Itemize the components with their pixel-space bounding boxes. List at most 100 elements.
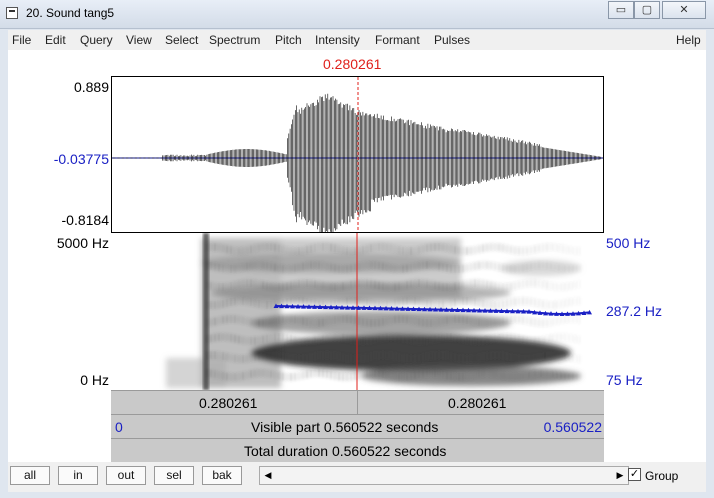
spectrogram-striation	[354, 372, 356, 380]
spectrogram-striation	[490, 281, 492, 289]
spectrogram-striation	[290, 265, 292, 273]
spectrogram-striation	[422, 299, 424, 307]
zoom-in-button[interactable]: in	[58, 466, 98, 485]
spectrogram-striation	[414, 279, 416, 287]
menu-select[interactable]: Select	[165, 33, 198, 47]
spectrogram-striation	[342, 315, 344, 323]
spectrogram-striation	[258, 336, 260, 344]
spectrogram-striation	[338, 283, 340, 291]
spectrogram-striation	[382, 318, 384, 326]
spectrogram-striation	[438, 301, 440, 309]
spectrogram-striation	[270, 282, 272, 290]
spectrogram-striation	[214, 334, 216, 342]
right-time-bar[interactable]: 0.280261	[357, 390, 604, 414]
menu-pitch[interactable]: Pitch	[275, 33, 302, 47]
spectrogram-view[interactable]	[111, 233, 604, 390]
spectrogram-striation	[398, 246, 400, 254]
spectrogram-striation	[450, 265, 452, 273]
spectrogram-striation	[294, 355, 296, 363]
minimize-button[interactable]: ▭	[608, 1, 634, 19]
zoom-selection-button[interactable]: sel	[154, 466, 194, 485]
spectrogram-striation	[346, 247, 348, 255]
visible-part-bar[interactable]: 0 Visible part 0.560522 seconds 0.560522	[111, 414, 604, 438]
spectrogram-striation	[454, 353, 456, 361]
spectrogram-striation	[534, 245, 536, 253]
zoom-out-button[interactable]: out	[106, 466, 146, 485]
left-time-bar[interactable]: 0.280261	[111, 390, 357, 414]
spectrogram-striation	[370, 244, 372, 252]
spectrogram-striation	[250, 279, 252, 287]
spectrogram-striation	[294, 280, 296, 288]
spectrogram-striation	[278, 283, 280, 291]
spectrogram-striation	[318, 261, 320, 269]
spectrogram-striation	[374, 281, 376, 289]
menu-view[interactable]: View	[126, 33, 152, 47]
spectrogram-striation	[402, 334, 404, 342]
spectrogram-striation	[454, 246, 456, 254]
scroll-left-icon[interactable]: ◀	[261, 468, 275, 483]
spectrogram-striation	[210, 301, 212, 309]
spectrogram-striation	[546, 351, 548, 359]
spectrogram-striation	[474, 246, 476, 254]
spectrogram-striation	[490, 301, 492, 309]
spectrogram-striation	[318, 243, 320, 251]
spectrogram-striation	[514, 298, 516, 306]
spectrogram-striation	[234, 335, 236, 343]
spectrogram-striation	[406, 297, 408, 305]
spectrogram-striation	[210, 369, 212, 377]
spectrogram-striation	[286, 334, 288, 342]
spectrogram-striation	[286, 315, 288, 323]
spectrogram-striation	[390, 316, 392, 324]
spectrogram-striation	[462, 297, 464, 305]
spectrogram-striation	[278, 333, 280, 341]
maximize-button[interactable]: ▢	[634, 1, 660, 19]
scroll-right-icon[interactable]: ▶	[613, 468, 627, 483]
spectrogram-striation	[562, 245, 564, 253]
zoom-all-button[interactable]: all	[10, 466, 50, 485]
spectrogram-striation	[210, 282, 212, 290]
spectrogram-striation	[430, 336, 432, 344]
spectrogram-striation	[286, 265, 288, 273]
spectrogram-striation	[502, 244, 504, 252]
spectrogram-striation	[370, 336, 372, 344]
menu-pulses[interactable]: Pulses	[434, 33, 470, 47]
menu-file[interactable]: File	[12, 33, 31, 47]
menu-intensity[interactable]: Intensity	[315, 33, 360, 47]
spectrogram-striation	[494, 262, 496, 270]
spectrogram-striation	[438, 334, 440, 342]
spectrogram-striation	[422, 261, 424, 269]
spectrogram-striation	[434, 262, 436, 270]
spectrogram-striation	[494, 282, 496, 290]
spectrogram-striation	[414, 247, 416, 255]
spectrogram-striation	[254, 319, 256, 327]
zoom-back-button[interactable]: bak	[202, 466, 242, 485]
horizontal-scrollbar[interactable]: ◀ ▶	[259, 466, 629, 485]
spectrogram-striation	[258, 280, 260, 288]
spectrogram-striation	[330, 317, 332, 325]
spectrogram-striation	[302, 297, 304, 305]
spectrogram-striation	[402, 298, 404, 306]
spectrogram-striation	[470, 317, 472, 325]
menu-spectrum[interactable]: Spectrum	[209, 33, 260, 47]
spectrogram-striation	[418, 337, 420, 345]
menu-edit[interactable]: Edit	[45, 33, 66, 47]
waveform-view[interactable]	[111, 76, 604, 233]
spectrogram-striation	[526, 297, 528, 305]
spectrogram-striation	[450, 316, 452, 324]
menu-formant[interactable]: Formant	[375, 33, 420, 47]
spectrogram-striation	[234, 297, 236, 305]
menu-help[interactable]: Help	[676, 33, 701, 47]
spectrogram-striation	[534, 354, 536, 362]
spectrogram-striation	[374, 261, 376, 269]
menu-query[interactable]: Query	[80, 33, 113, 47]
spectrogram-striation	[266, 282, 268, 290]
total-duration-bar[interactable]: Total duration 0.560522 seconds	[111, 438, 604, 462]
spectrogram-striation	[414, 297, 416, 305]
spectrogram-striation	[570, 298, 572, 306]
check-icon: ✓	[630, 468, 639, 480]
spectrogram-striation	[494, 318, 496, 326]
close-button[interactable]: ✕	[662, 1, 706, 19]
group-checkbox[interactable]: ✓	[628, 468, 641, 481]
spectrogram-striation	[462, 264, 464, 272]
spectrogram-striation	[294, 297, 296, 305]
